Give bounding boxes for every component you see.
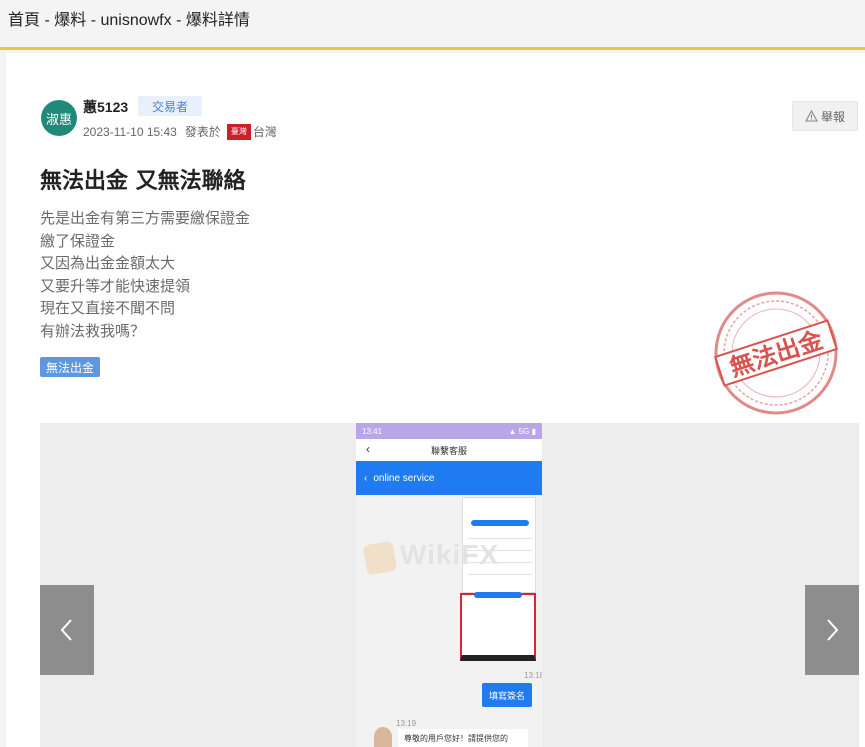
stamp-text: 無法出金 — [726, 325, 827, 382]
image-gallery: 13:41 ▲ 5G ▮ ‹ 聯繫客服 ‹ online service Wik… — [40, 423, 859, 747]
post-body: 先是出金有第三方需要繳保證金 繳了保證金 又因為出金金額太大 又要升等才能快速提… — [40, 208, 250, 344]
breadcrumb-exposure[interactable]: 爆料 — [54, 12, 86, 29]
chat-bubble-user: 填寫簽名 — [482, 683, 532, 707]
post-meta: 2023-11-10 15:43 發表於 臺灣 台灣 — [83, 123, 277, 140]
phone-banner: ‹ online service — [356, 461, 542, 495]
chat-time: 13:19 — [396, 719, 417, 728]
post-line: 現在又直接不聞不問 — [40, 300, 176, 318]
phone-status-icons: ▲ 5G ▮ — [508, 426, 536, 436]
post-line: 又因為出金金額太大 — [40, 255, 176, 273]
phone-time: 13:41 — [362, 426, 383, 436]
phone-status-bar: 13:41 ▲ 5G ▮ — [356, 423, 542, 439]
post-line: 有辦法救我嗎？ — [40, 322, 146, 340]
top-bar: 首頁 - 爆料 - unisnowfx - 爆料詳情 — [0, 0, 865, 50]
gallery-prev-button[interactable] — [40, 585, 94, 675]
post-datetime: 2023-11-10 15:43 — [83, 124, 177, 139]
breadcrumb: 首頁 - 爆料 - unisnowfx - 爆料詳情 — [8, 6, 250, 30]
avatar[interactable]: 淑惠 — [41, 100, 77, 136]
no-withdrawal-stamp: 無法出金 — [713, 291, 839, 415]
chat-bubble-support: 尊敬的用戶您好！請提供您的 — [398, 729, 528, 747]
breadcrumb-separator: - — [40, 12, 55, 29]
chevron-left-icon: ‹ — [364, 472, 368, 484]
wikifx-logo-icon — [362, 540, 398, 576]
breadcrumb-separator: - — [86, 12, 101, 29]
post-line: 繳了保證金 — [40, 232, 116, 250]
post-region: 台灣 — [252, 125, 277, 139]
chat-time: 13:18 — [524, 671, 542, 680]
post-card: 淑惠 蕙5123 交易者 2023-11-10 15:43 發表於 臺灣 台灣 … — [6, 53, 865, 747]
breadcrumb-separator: - — [171, 12, 186, 29]
chevron-left-icon — [60, 619, 72, 641]
back-arrow-icon: ‹ — [366, 442, 370, 456]
warning-icon — [805, 110, 818, 122]
post-line: 又要升等才能快速提領 — [40, 277, 191, 295]
taiwan-flag-icon: 臺灣 — [226, 123, 251, 140]
phone-banner-text: online service — [373, 472, 435, 484]
report-button[interactable]: 舉報 — [792, 101, 858, 131]
breadcrumb-home[interactable]: 首頁 — [8, 12, 40, 29]
phone-header-title: 聯繫客服 — [430, 445, 467, 456]
post-line: 先是出金有第三方需要繳保證金 — [40, 210, 251, 227]
posted-in-label: 發表於 — [184, 125, 221, 139]
breadcrumb-broker[interactable]: unisnowfx — [100, 12, 171, 29]
gallery-next-button[interactable] — [805, 585, 859, 675]
username[interactable]: 蕙5123 — [83, 97, 128, 117]
screenshot-image[interactable]: 13:41 ▲ 5G ▮ ‹ 聯繫客服 ‹ online service Wik… — [356, 423, 542, 747]
support-avatar — [374, 727, 392, 747]
embedded-screenshot-2 — [460, 592, 536, 661]
chevron-right-icon — [827, 619, 839, 641]
breadcrumb-current: 爆料詳情 — [185, 12, 250, 29]
tag-no-withdrawal[interactable]: 無法出金 — [40, 357, 101, 377]
watermark: WikiFX — [400, 539, 500, 570]
report-label: 舉報 — [820, 109, 845, 124]
post-title: 無法出金 又無法聯絡 — [40, 169, 246, 194]
phone-header: ‹ 聯繫客服 — [356, 439, 542, 461]
role-badge: 交易者 — [138, 96, 202, 116]
